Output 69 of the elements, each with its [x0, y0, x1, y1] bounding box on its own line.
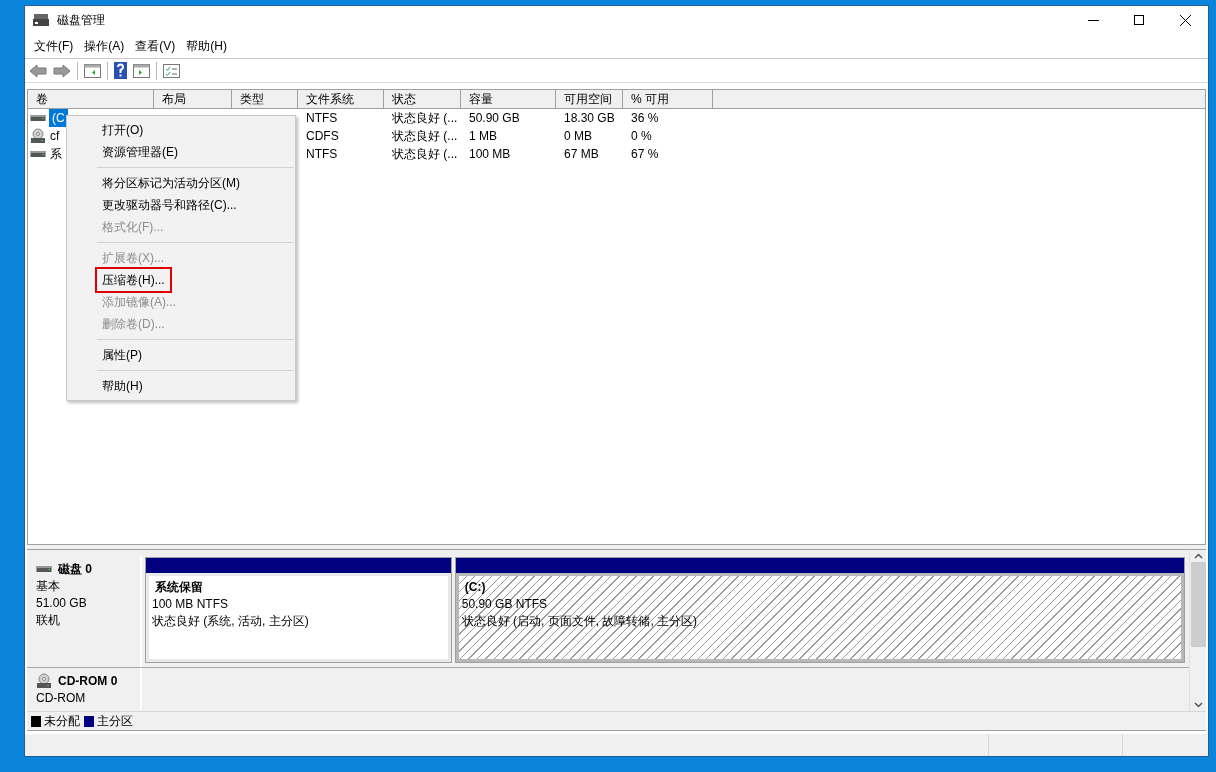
partition-status: 状态良好 (系统, 活动, 主分区) [152, 613, 309, 630]
partition-size: 50.90 GB NTFS [461, 596, 548, 613]
table-cell: 0 MB [564, 129, 592, 143]
menu-item[interactable]: 查看(V) [130, 37, 181, 55]
column-header[interactable]: % 可用 [623, 90, 713, 108]
table-cell: CDFS [306, 129, 339, 143]
back-arrow-icon[interactable] [29, 63, 47, 78]
column-header[interactable]: 布局 [154, 90, 232, 108]
table-cell: 50.90 GB [469, 111, 520, 125]
panel-icon[interactable] [133, 63, 150, 78]
forward-arrow-icon[interactable] [53, 63, 71, 78]
table-cell: 1 MB [469, 129, 497, 143]
vertical-scrollbar[interactable] [1189, 550, 1206, 711]
column-header[interactable]: 卷 [28, 90, 154, 108]
checklist-icon[interactable] [163, 63, 180, 78]
disk-info: 联机 [36, 612, 61, 629]
partition-size: 100 MB NTFS [152, 596, 229, 613]
scroll-up-icon[interactable] [1193, 553, 1203, 559]
disk-name: 磁盘 0 [58, 561, 92, 578]
close-icon [1179, 14, 1191, 26]
table-cell: NTFS [306, 147, 338, 161]
window-title: 磁盘管理 [57, 12, 105, 29]
maximize-icon [1134, 15, 1144, 25]
cd-drive-icon [30, 128, 46, 144]
menu-item[interactable]: 操作(A) [79, 37, 130, 55]
table-cell: 67 MB [564, 147, 599, 161]
disk-name: CD-ROM 0 [58, 673, 118, 690]
column-header[interactable]: 文件系统 [298, 90, 384, 108]
column-header[interactable]: 可用空间 [556, 90, 623, 108]
menu-item[interactable]: 文件(F) [29, 37, 79, 55]
table-cell: 100 MB [469, 147, 511, 161]
panel-icon[interactable] [84, 63, 101, 78]
drive-icon [30, 113, 46, 123]
partition-block[interactable]: (C:) 50.90 GB NTFS 状态良好 (启动, 页面文件, 故障转储, 主分区) [454, 557, 1185, 663]
drive-icon [30, 149, 46, 159]
disk-info: 51.00 GB [36, 595, 88, 612]
drive-icon [36, 564, 52, 574]
menu-item[interactable]: 帮助(H) [181, 37, 232, 55]
help-icon[interactable] [114, 62, 127, 79]
column-header[interactable]: 类型 [232, 90, 298, 108]
scrollbar-thumb[interactable] [1190, 562, 1206, 647]
partition-status: 状态良好 (启动, 页面文件, 故障转储, 主分区) [461, 613, 698, 630]
legend-label: 未分配 [44, 713, 80, 730]
table-cell: 18.30 GB [564, 111, 615, 125]
disk-management-icon [33, 13, 49, 27]
cd-drive-icon [36, 673, 52, 689]
menu-item[interactable]: 压缩卷(H)... [95, 267, 172, 293]
disk-info: CD-ROM [36, 690, 87, 707]
table-cell: 状态良好 (... [392, 147, 458, 161]
table-cell: 67 % [631, 147, 659, 161]
partition-name: (C:) [463, 579, 486, 596]
table-cell: NTFS [306, 111, 338, 125]
table-cell: 36 % [631, 111, 659, 125]
menu-item[interactable]: 帮助(H) [95, 373, 150, 399]
table-cell: 状态良好 (... [392, 129, 458, 143]
column-header[interactable]: 容量 [461, 90, 556, 108]
volume-name[interactable]: cf [49, 127, 61, 145]
partition-name: 系统保留 [154, 579, 203, 596]
disk-info: 基本 [36, 578, 61, 595]
volume-name[interactable]: 系 [49, 145, 63, 163]
column-header[interactable]: 状态 [384, 90, 461, 108]
scroll-down-icon[interactable] [1193, 702, 1203, 708]
table-cell: 状态良好 (... [392, 111, 458, 125]
menu-item[interactable]: 属性(P) [95, 342, 149, 368]
minimize-icon [1087, 19, 1099, 21]
partition-block[interactable]: 系统保留 100 MB NTFS 状态良好 (系统, 活动, 主分区) [145, 557, 452, 663]
legend-label: 主分区 [97, 713, 133, 730]
table-cell: 0 % [631, 129, 652, 143]
volume-name[interactable]: (C [49, 109, 68, 127]
